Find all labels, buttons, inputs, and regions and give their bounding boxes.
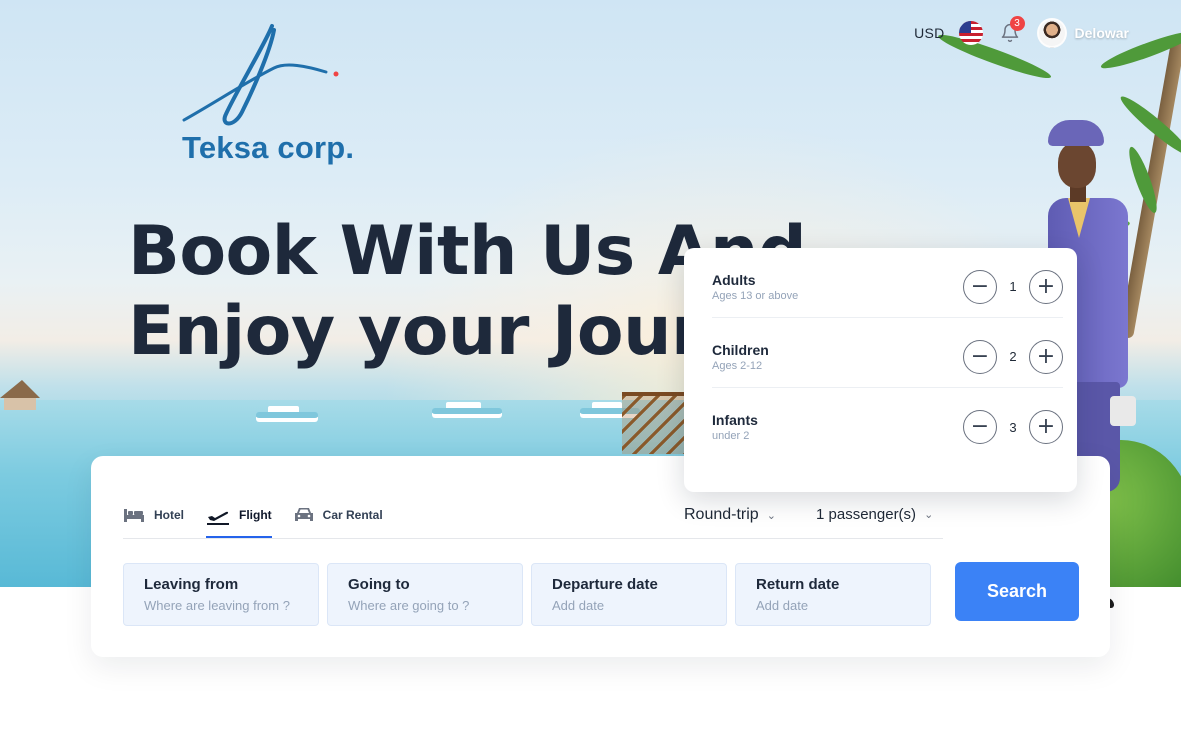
boat bbox=[432, 402, 502, 418]
return-date-field[interactable]: Return date bbox=[735, 563, 931, 626]
passenger-row-adults: Adults Ages 13 or above − 1 + bbox=[712, 248, 1063, 318]
brand-logo[interactable]: Teksa corp. bbox=[176, 22, 376, 172]
tab-divider bbox=[123, 538, 943, 539]
tab-flight-label: Flight bbox=[239, 508, 272, 522]
tab-car-rental-label: Car Rental bbox=[322, 508, 383, 522]
plus-button[interactable]: + bbox=[1029, 269, 1063, 304]
wooden-deck bbox=[622, 392, 692, 454]
leaving-from-field[interactable]: Leaving from bbox=[123, 563, 319, 626]
passenger-type-label: Adults bbox=[712, 271, 756, 288]
logo-mark-icon bbox=[182, 24, 339, 126]
passenger-row-children: Children Ages 2-12 − 2 + bbox=[712, 318, 1063, 388]
passenger-type-label: Children bbox=[712, 341, 769, 358]
passenger-row-infants: Infants under 2 − 3 + bbox=[712, 388, 1063, 458]
minus-button[interactable]: − bbox=[963, 339, 997, 374]
currency-selector[interactable]: USD bbox=[914, 25, 944, 41]
tab-car-rental[interactable]: Car Rental bbox=[294, 492, 383, 538]
passenger-dropdown[interactable]: 1 passenger(s) ⌄ bbox=[816, 506, 933, 523]
minus-button[interactable]: − bbox=[963, 410, 997, 444]
minus-button[interactable]: − bbox=[963, 269, 997, 304]
bed-icon bbox=[124, 509, 144, 522]
going-to-field[interactable]: Going to bbox=[327, 563, 523, 626]
trip-type-value: Round-trip bbox=[684, 506, 759, 523]
field-label: Return date bbox=[756, 576, 840, 593]
field-label: Departure date bbox=[552, 576, 658, 593]
chevron-down-icon: ⌄ bbox=[924, 509, 934, 521]
search-fields: Leaving from Going to Departure date Ret… bbox=[123, 563, 931, 626]
boat bbox=[256, 406, 318, 422]
infants-count: 3 bbox=[1009, 419, 1017, 435]
water-bungalow bbox=[0, 380, 40, 420]
passenger-type-label: Infants bbox=[712, 412, 758, 428]
car-icon bbox=[294, 508, 313, 521]
adults-count: 1 bbox=[1009, 279, 1017, 294]
user-name: Delowar bbox=[1074, 25, 1129, 41]
tab-flight[interactable]: Flight bbox=[206, 492, 272, 538]
leaving-from-input[interactable] bbox=[144, 598, 298, 613]
departure-date-field[interactable]: Departure date bbox=[531, 563, 727, 626]
plus-button[interactable]: + bbox=[1029, 339, 1063, 374]
children-count: 2 bbox=[1009, 349, 1017, 364]
top-bar: USD 3 Delowar bbox=[914, 16, 1129, 48]
us-flag-icon[interactable] bbox=[958, 21, 983, 45]
passenger-age-label: Ages 2-12 bbox=[712, 359, 763, 372]
chevron-down-icon: ⌄ bbox=[766, 509, 776, 522]
notification-badge: 3 bbox=[1009, 16, 1025, 31]
children-counter: − 2 + bbox=[963, 339, 1063, 374]
tab-hotel[interactable]: Hotel bbox=[123, 492, 184, 538]
logo-text: Teksa corp. bbox=[182, 130, 355, 165]
booking-tabs: Hotel Flight Car Rental bbox=[123, 492, 383, 538]
user-menu[interactable]: Delowar bbox=[1036, 18, 1129, 48]
tab-hotel-label: Hotel bbox=[154, 508, 184, 522]
notification-button[interactable]: 3 bbox=[997, 16, 1025, 46]
going-to-input[interactable] bbox=[348, 598, 502, 613]
passenger-summary: 1 passenger(s) bbox=[816, 506, 917, 523]
trip-type-dropdown[interactable]: Round-trip ⌄ bbox=[684, 506, 776, 524]
avatar bbox=[1036, 18, 1067, 48]
search-button[interactable]: Search bbox=[955, 562, 1079, 621]
plus-button[interactable]: + bbox=[1029, 410, 1063, 444]
infants-counter: − 3 + bbox=[963, 410, 1063, 444]
field-label: Going to bbox=[348, 576, 410, 593]
field-label: Leaving from bbox=[144, 576, 239, 593]
departure-date-input[interactable] bbox=[552, 598, 706, 613]
passenger-age-label: under 2 bbox=[712, 430, 750, 442]
adults-counter: − 1 + bbox=[963, 269, 1063, 304]
passenger-age-label: Ages 13 or above bbox=[712, 289, 799, 302]
plane-takeoff-icon bbox=[207, 511, 229, 525]
return-date-input[interactable] bbox=[756, 598, 910, 613]
passenger-panel: Adults Ages 13 or above − 1 + Children A… bbox=[684, 248, 1077, 492]
